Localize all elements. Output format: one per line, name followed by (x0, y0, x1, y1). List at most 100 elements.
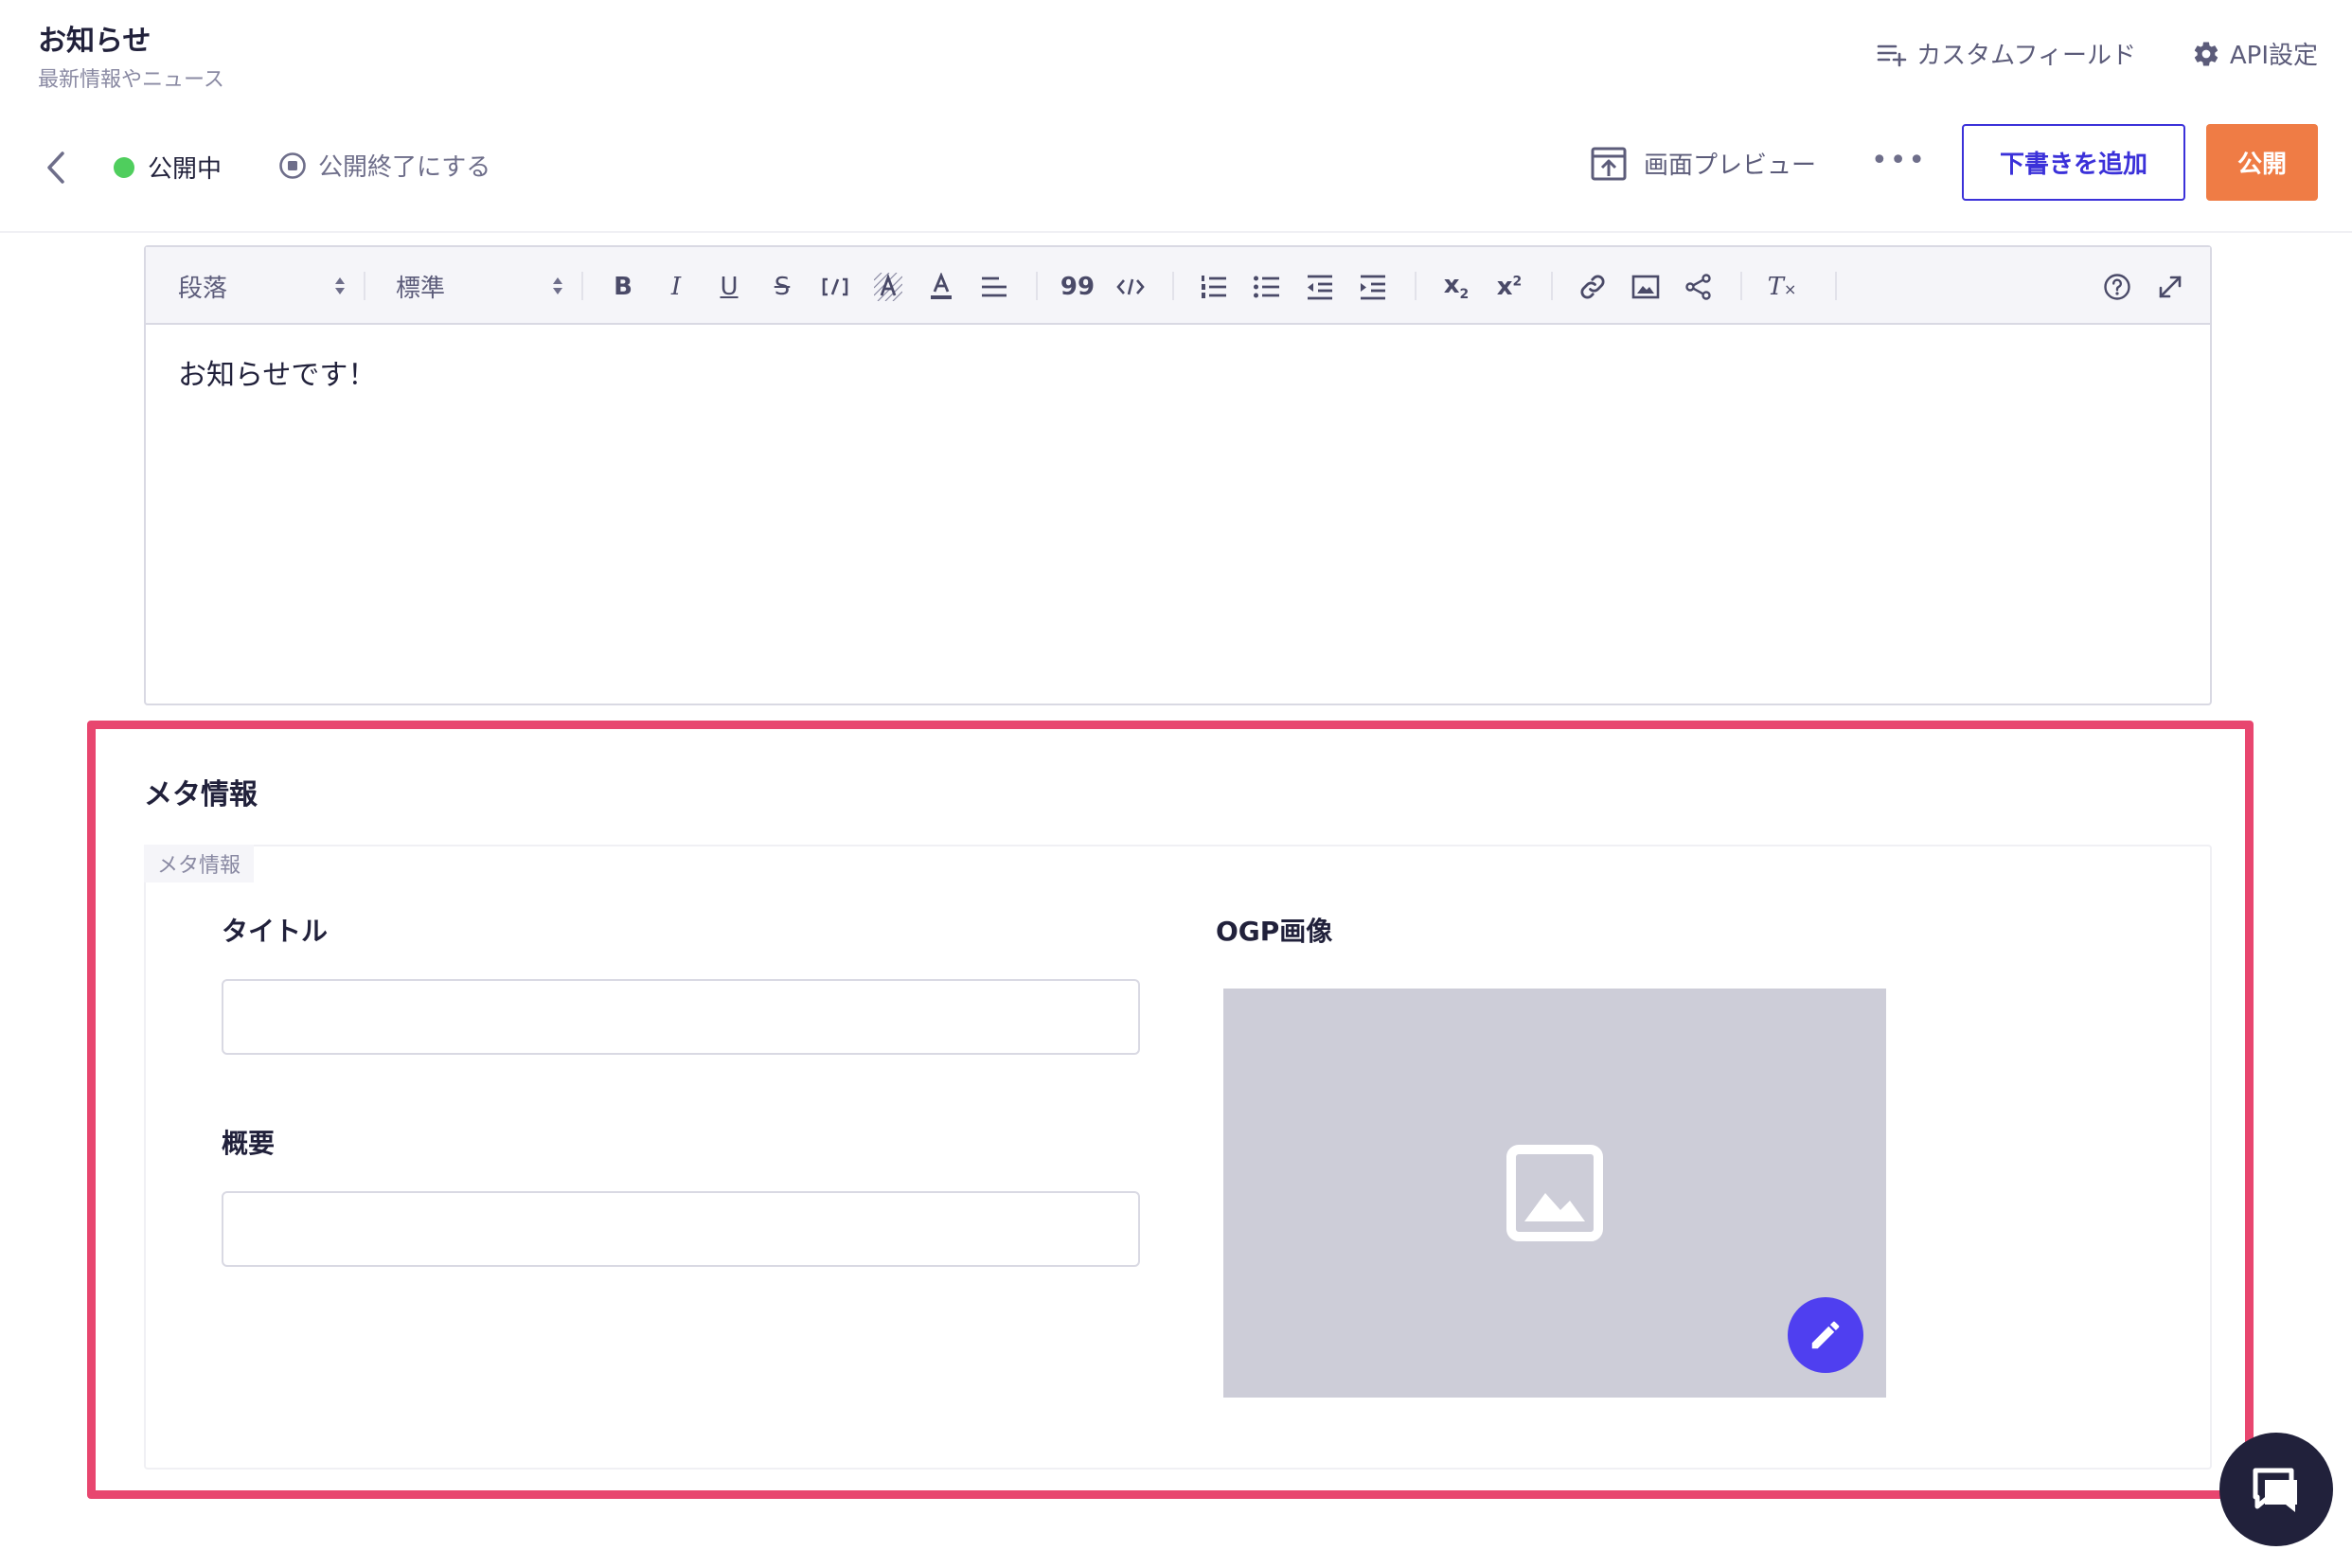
help-button[interactable] (2098, 268, 2136, 306)
more-options-button[interactable]: ••• (1871, 144, 1927, 177)
toolbar-separator (364, 272, 365, 300)
back-button[interactable] (42, 150, 70, 186)
preview-button[interactable]: 画面プレビュー (1591, 146, 1816, 181)
ordered-list-icon (1200, 274, 1228, 300)
highlight-icon (874, 273, 902, 301)
summary-input[interactable] (222, 1191, 1140, 1267)
clear-format-x: × (1783, 280, 1797, 298)
clear-format-icon: T× (1768, 273, 1797, 301)
image-icon (1631, 275, 1660, 299)
sort-arrows-icon (551, 276, 564, 296)
edit-image-button[interactable] (1788, 1297, 1863, 1373)
link-button[interactable] (1574, 268, 1612, 306)
clear-format-glyph: T (1767, 273, 1784, 301)
superscript-icon: x2 (1497, 273, 1523, 301)
pencil-icon (1808, 1317, 1844, 1353)
sort-arrows-icon (333, 276, 347, 296)
help-icon (2103, 273, 2131, 301)
share-icon (1684, 273, 1713, 301)
code-block-button[interactable] (1112, 268, 1149, 306)
meta-group-tag: メタ情報 (144, 845, 255, 882)
toolbar-separator (1835, 272, 1837, 300)
inline-code-button[interactable] (816, 268, 854, 306)
title-field-label: タイトル (222, 916, 329, 947)
quote-icon: 99 (1060, 273, 1096, 301)
block-format-select[interactable]: 段落 (178, 266, 347, 306)
publish-button[interactable]: 公開 (2206, 124, 2318, 201)
toolbar-separator (1036, 272, 1038, 300)
fullscreen-button[interactable] (2151, 268, 2189, 306)
toolbar-separator (1415, 272, 1417, 300)
rich-text-editor: 段落 標準 B I U S 99 x2 x2 T× お知らせです！ (144, 245, 2212, 705)
preview-label: 画面プレビュー (1644, 151, 1817, 180)
status-badge: 公開中 (114, 150, 222, 185)
header-divider (0, 231, 2352, 233)
preview-upload-icon (1591, 147, 1627, 181)
title-input[interactable] (222, 979, 1140, 1055)
strikethrough-icon: S (774, 273, 791, 301)
block-format-value: 段落 (178, 274, 228, 303)
chevron-left-icon (42, 150, 70, 186)
custom-fields-label: カスタムフィールド (1916, 42, 2136, 70)
bullet-list-icon (1253, 274, 1281, 300)
superscript-mark: 2 (1512, 274, 1523, 290)
api-settings-link[interactable]: API設定 (2192, 36, 2318, 71)
font-size-value: 標準 (396, 274, 446, 303)
image-placeholder-icon (1506, 1144, 1604, 1242)
status-label: 公開中 (148, 155, 223, 184)
text-color-button[interactable] (922, 268, 960, 306)
unpublish-button[interactable]: 公開終了にする (278, 148, 490, 183)
chat-bubble-icon (2248, 1463, 2305, 1516)
ogp-image-label: OGP画像 (1216, 916, 1333, 947)
outdent-button[interactable] (1301, 268, 1339, 306)
ogp-image-dropzone[interactable] (1223, 989, 1886, 1398)
underline-button[interactable]: U (710, 268, 748, 306)
blockquote-button[interactable]: 99 (1059, 268, 1096, 306)
editor-toolbar: 段落 標準 B I U S 99 x2 x2 T× (146, 247, 2210, 325)
custom-fields-link[interactable]: カスタムフィールド (1877, 36, 2136, 71)
image-button[interactable] (1627, 268, 1665, 306)
toolbar-separator (581, 272, 583, 300)
background-color-button[interactable] (869, 268, 907, 306)
expand-icon (2157, 274, 2183, 300)
strikethrough-button[interactable]: S (763, 268, 801, 306)
outdent-icon (1306, 274, 1334, 300)
add-draft-button[interactable]: 下書きを追加 (1962, 124, 2185, 201)
bullet-list-button[interactable] (1248, 268, 1286, 306)
bold-icon: B (614, 273, 633, 301)
align-button[interactable] (975, 268, 1013, 306)
font-size-select[interactable]: 標準 (396, 266, 564, 306)
toolbar-separator (1740, 272, 1742, 300)
toolbar-separator (1551, 272, 1553, 300)
underline-icon: U (720, 273, 739, 301)
code-icon (1116, 276, 1145, 297)
subscript-icon: x2 (1444, 271, 1470, 302)
subscript-glyph: x (1443, 271, 1460, 300)
subscript-button[interactable]: x2 (1437, 268, 1475, 306)
status-dot (114, 156, 134, 178)
italic-button[interactable]: I (657, 268, 695, 306)
summary-field-label: 概要 (222, 1128, 276, 1159)
indent-icon (1359, 274, 1387, 300)
meta-fields-group (144, 845, 2212, 1470)
clear-format-button[interactable]: T× (1763, 268, 1801, 306)
editor-content[interactable]: お知らせです！ (178, 351, 376, 393)
gear-icon (2192, 40, 2220, 68)
inline-code-icon (821, 276, 849, 298)
stop-circle-icon (278, 151, 307, 180)
api-settings-label: API設定 (2229, 42, 2318, 70)
meta-section-heading: メタ情報 (144, 778, 258, 811)
align-left-icon (980, 275, 1008, 299)
superscript-glyph: x (1496, 273, 1513, 301)
indent-button[interactable] (1354, 268, 1392, 306)
page-subtitle: 最新情報やニュース (38, 68, 224, 92)
bold-button[interactable]: B (604, 268, 642, 306)
page-title: お知らせ (38, 25, 151, 58)
text-color-icon (927, 273, 955, 301)
subscript-mark: 2 (1459, 287, 1470, 303)
superscript-button[interactable]: x2 (1490, 268, 1528, 306)
italic-icon: I (670, 273, 682, 301)
chat-support-button[interactable] (2219, 1433, 2333, 1546)
ordered-list-button[interactable] (1195, 268, 1233, 306)
share-embed-button[interactable] (1680, 268, 1718, 306)
